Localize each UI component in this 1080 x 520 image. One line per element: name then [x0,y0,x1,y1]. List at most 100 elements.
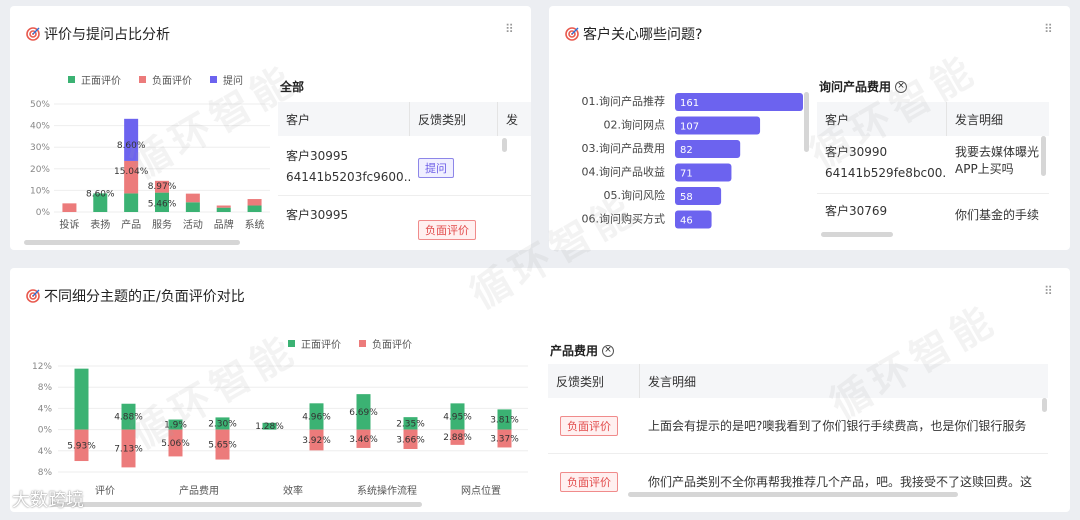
data-label: 8.60% [117,141,146,151]
customer-name: 客户30990 [825,145,888,159]
column-header: 反馈类别 [410,102,498,136]
category-label: 03.询问产品费用 [582,141,666,155]
chart-horizontal-scrollbar[interactable] [24,240,240,245]
bar-segment [185,193,200,203]
y-tick-label: 10% [30,186,50,196]
table-row[interactable]: 客户30995 负面评价 [278,196,531,242]
card-topic-comparison: 不同细分主题的正/负面评价对比 ⠿ 正面评价 负面评价 12% 8% 4% 0% 4% 8… [10,268,1070,512]
x-tick-label: 服务 [152,218,172,231]
card-evaluation-share: 评价与提问占比分析 ⠿ 正面评价 负面评价 提问 50% 40% 30% 20% 10%… [10,6,531,250]
chart-legend: 正面评价 负面评价 提问 [68,72,243,87]
table-title: 全部 [280,80,305,94]
y-tick-label: 30% [30,143,50,153]
table-vertical-scrollbar[interactable] [1042,398,1047,412]
close-filter-icon[interactable]: × [895,80,908,93]
y-tick-label: 8% [38,468,53,478]
data-label: 4.88% [114,413,143,423]
table-horizontal-scrollbar[interactable] [821,232,893,237]
drag-handle-icon[interactable]: ⠿ [505,23,514,35]
value-label: 46 [680,216,693,227]
data-label: 8.60% [86,189,115,199]
feedback-tag: 负面评价 [560,415,618,436]
question-table: 客户 发言明细 客户30990 64141b529fe8bc00... 我要去媒… [817,102,1049,242]
table-vertical-scrollbar[interactable] [502,138,507,152]
data-label: 3.92% [302,436,331,446]
chart-vertical-scrollbar[interactable] [804,92,809,152]
data-label: 5.65% [208,441,237,451]
customer-name: 客户30995 [286,149,349,163]
value-label: 82 [680,145,693,156]
table-header: 客户 发言明细 [817,102,1049,136]
brand-logo: 大数跨境 [12,486,84,512]
table-header: 反馈类别 发言明细 [548,364,1048,398]
target-icon [565,27,579,41]
column-header: 发言明细 [648,374,697,389]
card-title-text: 客户关心哪些问题? [583,27,703,43]
legend-item[interactable]: 负面评价 [139,72,192,87]
x-tick-label: 网点位置 [461,484,501,497]
data-label: 8.97% [148,182,177,192]
x-tick-label: 产品费用 [179,484,219,497]
bar-segment [124,118,139,161]
bar-segment [124,160,139,194]
value-label: 71 [680,169,693,180]
chart-legend: 正面评价 负面评价 [288,336,412,351]
table-horizontal-scrollbar[interactable] [628,492,958,497]
data-label: 1.28% [255,422,284,432]
stacked-bar-chart: 50% 40% 30% 20% 10% 0% 投诉 表扬 产品 服务 活动 品牌 系统 8.60% 8.60… [30,100,270,231]
column-header: 反馈类别 [548,364,640,398]
data-label: 2.35% [396,419,425,429]
data-label: 7.13% [114,444,143,454]
data-label: 1.9% [164,421,187,431]
data-label: 4.95% [443,412,472,422]
legend-item[interactable]: 正面评价 [68,72,121,87]
column-header: 发言明细 [955,112,1004,127]
category-label: 05.询问风险 [604,188,666,202]
y-tick-label: 0% [38,426,53,436]
bar-segment [185,202,200,212]
speech-detail: 你们产品类别不全你再帮我推荐几个产品，吧。我接受不了这赎回费。这 [648,475,1033,489]
chart-horizontal-scrollbar[interactable] [50,502,422,507]
category-label: 01.询问产品推荐 [582,94,666,108]
bar-segment [216,207,231,212]
legend-item[interactable]: 正面评价 [288,336,341,351]
x-tick-label: 表扬 [90,218,110,231]
data-label: 2.30% [208,420,237,430]
y-tick-label: 50% [30,100,50,110]
column-header: 客户 [278,102,410,136]
data-label: 6.69% [349,408,378,418]
value-label: 161 [680,98,699,109]
close-filter-icon[interactable]: × [602,344,615,357]
drag-handle-icon[interactable]: ⠿ [1044,23,1053,35]
data-label: 5.06% [161,439,190,449]
x-tick-label: 系统操作流程 [357,484,417,497]
data-label: 5.46% [148,199,177,209]
speech-detail: 我要去媒体曝光APP上买吗 [955,145,1040,176]
table-row[interactable]: 负面评价 上面会有提示的是吧?噢我看到了你们银行手续费高，也是你们银行服务 [548,398,1048,454]
table-row[interactable]: 客户30995 64141b5203fc9600... 提问 [278,136,531,196]
bar-segment [247,199,262,206]
feedback-tag: 负面评价 [418,220,476,240]
customer-id: 64141b5203fc9600... [286,170,410,184]
target-icon [26,289,40,303]
legend-item[interactable]: 提问 [210,72,243,87]
bar-segment [216,205,231,208]
card-title: 不同细分主题的正/负面评价对比 [26,286,245,306]
x-tick-label: 评价 [95,485,115,497]
drag-handle-icon[interactable]: ⠿ [1044,285,1053,297]
y-tick-label: 4% [38,447,53,457]
table-row[interactable]: 客户30990 64141b529fe8bc00... 我要去媒体曝光APP上买… [817,136,1049,194]
brand-text: 大数跨境 [12,490,84,511]
data-label: 2.88% [443,433,472,443]
legend-item[interactable]: 负面评价 [359,336,412,351]
table-vertical-scrollbar[interactable] [1041,136,1046,176]
value-label: 58 [680,192,693,203]
diverging-bar-chart: 12% 8% 4% 0% 4% 8% 评价 产品费用 效率 系统操作流程 网点位置 4.88% 7.13… [32,362,528,497]
column-header: 客户 [817,102,947,136]
data-label: 5.93% [67,441,96,451]
category-label: 02.询问网点 [604,119,666,132]
x-tick-label: 活动 [183,219,203,231]
speech-detail: 上面会有提示的是吧?噢我看到了你们银行手续费高，也是你们银行服务 [648,419,1027,433]
y-tick-label: 4% [38,404,53,414]
y-tick-label: 12% [32,362,52,372]
